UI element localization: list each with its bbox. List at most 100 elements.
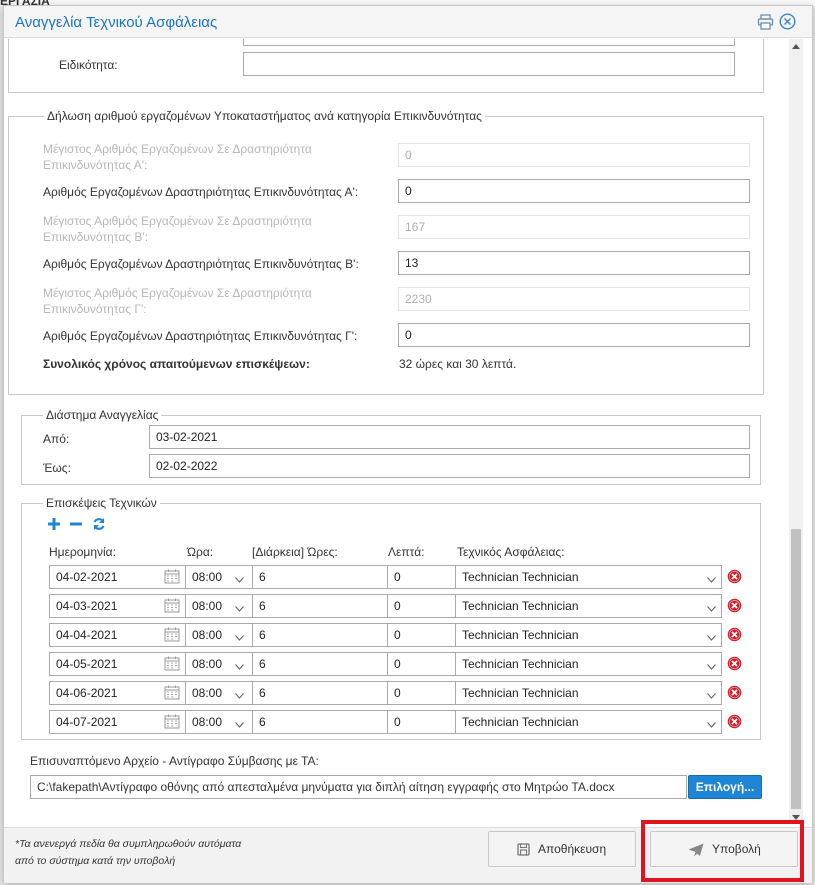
save-button[interactable]: Αποθήκευση: [488, 831, 636, 867]
delete-row-icon[interactable]: [727, 569, 742, 584]
dialog-body: Ειδικότητα: Δήλωση αριθμού εργαζομένων Υ…: [4, 39, 812, 827]
calendar-icon[interactable]: [164, 569, 180, 584]
chevron-down-icon[interactable]: [235, 717, 244, 728]
footer-note-line2: από το σύστημα κατά την υποβολή: [15, 855, 176, 867]
max-a-input: 0: [398, 143, 750, 167]
visit-row: 04-02-2021 08:00 6 0 Technician Technician: [4, 565, 742, 589]
save-icon: [517, 843, 530, 856]
visit-row: 04-06-2021 08:00 6 0 Technician Technician: [4, 681, 742, 705]
remove-icon[interactable]: [69, 517, 83, 531]
count-a-input[interactable]: 0: [398, 179, 750, 203]
calendar-icon[interactable]: [164, 685, 180, 700]
minutes-column-header: Λεπτά:: [388, 545, 425, 559]
scrollbar[interactable]: [789, 39, 803, 824]
visits-legend: Επισκέψεις Τεχνικών: [43, 496, 160, 510]
visit-technician-select[interactable]: Technician Technician: [455, 565, 722, 589]
visit-technician-select[interactable]: Technician Technician: [455, 623, 722, 647]
visit-hours-input[interactable]: 6: [252, 710, 388, 734]
to-label: Έως:: [43, 461, 71, 475]
visit-technician-select[interactable]: Technician Technician: [455, 594, 722, 618]
calendar-icon[interactable]: [164, 656, 180, 671]
from-date-input[interactable]: 03-02-2021: [149, 425, 750, 449]
max-b-label-line1: Μέγιστος Αριθμός Εργαζομένων Σε Δραστηρι…: [43, 214, 312, 228]
footer-note-line1: *Τα ανενεργά πεδία θα συμπληρωθούν αυτόμ…: [15, 838, 242, 850]
chevron-down-icon[interactable]: [707, 688, 716, 699]
max-c-label-line2: Επικινδυνότητας Γ':: [43, 302, 147, 316]
chevron-down-icon[interactable]: [235, 659, 244, 670]
delete-row-icon[interactable]: [727, 685, 742, 700]
count-b-input[interactable]: 13: [398, 251, 750, 275]
previous-field[interactable]: [243, 39, 735, 46]
chevron-down-icon[interactable]: [235, 601, 244, 612]
attachment-file-input[interactable]: C:\fakepath\Αντίγραφο οθόνης από απεσταλ…: [30, 775, 687, 799]
dialog-titlebar: Αναγγελία Τεχνικού Ασφάλειας: [4, 6, 812, 38]
visit-row: 04-05-2021 08:00 6 0 Technician Technician: [4, 652, 742, 676]
technician-column-header: Τεχνικός Ασφάλειας:: [457, 545, 565, 559]
scroll-up-arrow-icon[interactable]: [792, 44, 800, 49]
visit-minutes-input[interactable]: 0: [387, 623, 456, 647]
visit-hours-input[interactable]: 6: [252, 565, 388, 589]
max-a-label-line2: Επικινδυνότητας Α':: [43, 158, 148, 172]
visit-technician-select[interactable]: Technician Technician: [455, 710, 722, 734]
refresh-icon[interactable]: [92, 517, 106, 531]
visit-hours-input[interactable]: 6: [252, 594, 388, 618]
close-icon[interactable]: [779, 13, 796, 30]
count-c-label: Αριθμός Εργαζομένων Δραστηριότητας Επικι…: [43, 329, 358, 343]
visit-hours-input[interactable]: 6: [252, 652, 388, 676]
visit-minutes-input[interactable]: 0: [387, 565, 456, 589]
chevron-down-icon[interactable]: [707, 717, 716, 728]
chevron-down-icon[interactable]: [707, 659, 716, 670]
chevron-down-icon[interactable]: [707, 572, 716, 583]
count-a-label: Αριθμός Εργαζομένων Δραστηριότητας Επικι…: [43, 185, 359, 199]
max-b-input: 167: [398, 215, 750, 239]
max-c-label-line1: Μέγιστος Αριθμός Εργαζομένων Σε Δραστηρι…: [43, 286, 312, 300]
speciality-input[interactable]: [243, 52, 735, 76]
delete-row-icon[interactable]: [727, 714, 742, 729]
visit-technician-select[interactable]: Technician Technician: [455, 652, 722, 676]
scroll-thumb[interactable]: [791, 529, 801, 809]
speciality-label: Ειδικότητα:: [59, 58, 118, 72]
footer-note: *Τα ανενεργά πεδία θα συμπληρωθούν αυτόμ…: [15, 836, 295, 870]
delete-row-icon[interactable]: [727, 627, 742, 642]
choose-file-button[interactable]: Επιλογή...: [688, 775, 762, 799]
count-c-input[interactable]: 0: [398, 323, 750, 347]
chevron-down-icon[interactable]: [235, 572, 244, 583]
calendar-icon[interactable]: [164, 627, 180, 642]
max-a-label-line1: Μέγιστος Αριθμός Εργαζομένων Σε Δραστηρι…: [43, 142, 312, 156]
max-b-label-line2: Επικινδυνότητας Β':: [43, 230, 149, 244]
visit-hours-input[interactable]: 6: [252, 623, 388, 647]
technician-dialog: Αναγγελία Τεχνικού Ασφάλειας Ειδικότητα:…: [3, 5, 813, 883]
add-icon[interactable]: [47, 517, 61, 531]
delete-row-icon[interactable]: [727, 656, 742, 671]
date-column-header: Ημερομηνία:: [49, 545, 116, 559]
visit-minutes-input[interactable]: 0: [387, 710, 456, 734]
visit-hours-input[interactable]: 6: [252, 681, 388, 705]
calendar-icon[interactable]: [164, 598, 180, 613]
visit-minutes-input[interactable]: 0: [387, 681, 456, 705]
delete-row-icon[interactable]: [727, 598, 742, 613]
count-b-label: Αριθμός Εργαζομένων Δραστηριότητας Επικι…: [43, 257, 359, 271]
attachment-label: Επισυναπτόμενο Αρχείο - Αντίγραφο Σύμβασ…: [30, 754, 319, 768]
chevron-down-icon[interactable]: [235, 688, 244, 699]
print-icon[interactable]: [757, 14, 774, 30]
visit-minutes-input[interactable]: 0: [387, 594, 456, 618]
calendar-icon[interactable]: [164, 714, 180, 729]
hours-column-header: [Διάρκεια] Ώρες:: [252, 545, 338, 559]
chevron-down-icon[interactable]: [235, 630, 244, 641]
to-date-input[interactable]: 02-02-2022: [149, 454, 750, 478]
visit-row: 04-04-2021 08:00 6 0 Technician Technician: [4, 623, 742, 647]
visit-row: 04-07-2021 08:00 6 0 Technician Technician: [4, 710, 742, 734]
visit-row: 04-03-2021 08:00 6 0 Technician Technician: [4, 594, 742, 618]
visits-toolbar: [47, 517, 107, 531]
visit-minutes-input[interactable]: 0: [387, 652, 456, 676]
from-label: Από:: [43, 432, 70, 446]
save-button-label: Αποθήκευση: [538, 842, 607, 856]
submit-highlight-frame: [641, 820, 804, 882]
period-legend: Διάστημα Αναγγελίας: [43, 408, 162, 422]
visit-technician-select[interactable]: Technician Technician: [455, 681, 722, 705]
max-c-input: 2230: [398, 287, 750, 311]
total-time-label: Συνολικός χρόνος απαιτούμενων επισκέψεων…: [43, 357, 310, 371]
time-column-header: Ώρα:: [187, 545, 214, 559]
chevron-down-icon[interactable]: [707, 630, 716, 641]
chevron-down-icon[interactable]: [707, 601, 716, 612]
